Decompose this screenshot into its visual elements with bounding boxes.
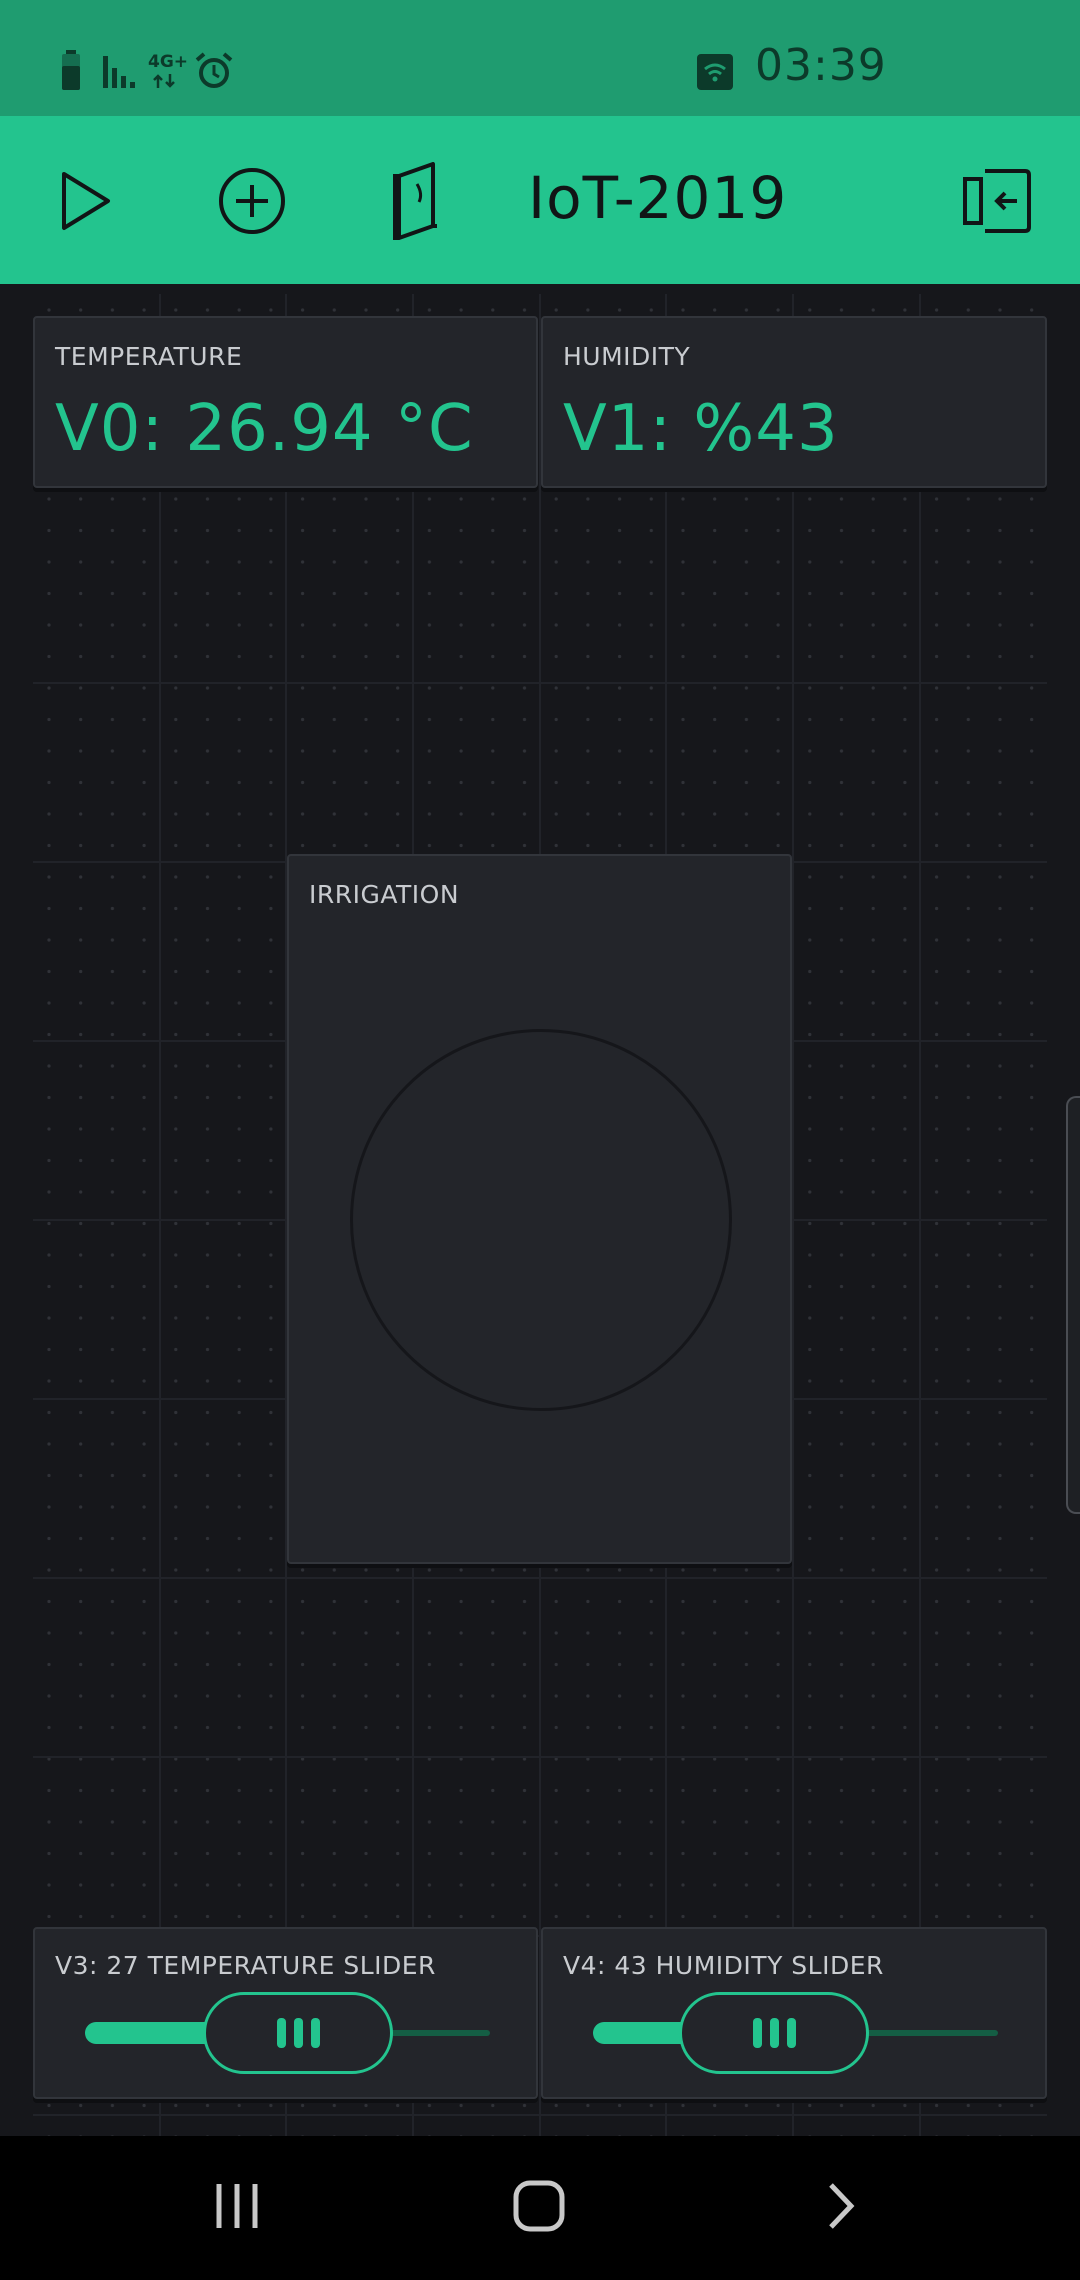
network-4g-icon: 4G+ <box>148 52 189 72</box>
logout-icon <box>963 169 1031 233</box>
temperature-slider-handle[interactable] <box>203 1992 393 2074</box>
humidity-slider-widget: V4: 43 HUMIDITY SLIDER <box>541 1927 1047 2099</box>
grip-icon <box>786 2018 796 2048</box>
temperature-label: TEMPERATURE <box>55 342 243 371</box>
home-button[interactable] <box>494 2166 584 2246</box>
status-bar: 4G+ 03:39 <box>0 0 1080 116</box>
back-button[interactable] <box>796 2166 886 2246</box>
device-icon <box>393 162 437 240</box>
temperature-display[interactable]: TEMPERATURE V0: 26.94 °C <box>33 316 538 488</box>
humidity-slider-handle[interactable] <box>679 1992 869 2074</box>
system-nav-bar <box>0 2136 1080 2280</box>
play-icon <box>62 172 110 230</box>
edge-panel-handle[interactable] <box>1066 1096 1080 1514</box>
add-widget-icon <box>219 168 285 234</box>
temperature-slider-widget: V3: 27 TEMPERATURE SLIDER <box>33 1927 538 2099</box>
grip-icon <box>769 2018 779 2048</box>
grip-icon <box>276 2018 286 2048</box>
humidity-label: HUMIDITY <box>563 342 691 371</box>
temperature-slider-label: V3: 27 TEMPERATURE SLIDER <box>55 1951 436 1980</box>
humidity-display[interactable]: HUMIDITY V1: %43 <box>541 316 1047 488</box>
logout-button[interactable] <box>952 156 1042 246</box>
humidity-slider-label: V4: 43 HUMIDITY SLIDER <box>563 1951 884 1980</box>
wifi-icon <box>697 54 733 90</box>
recent-apps-button[interactable] <box>192 2166 282 2246</box>
grip-icon <box>752 2018 762 2048</box>
irrigation-label: IRRIGATION <box>309 880 460 909</box>
grip-icon <box>310 2018 320 2048</box>
temperature-value: V0: 26.94 °C <box>55 392 474 466</box>
app-toolbar: IoT-2019 <box>0 116 1080 284</box>
home-icon <box>513 2180 565 2232</box>
play-button[interactable] <box>38 156 128 246</box>
humidity-value: V1: %43 <box>563 392 839 466</box>
irrigation-button[interactable] <box>350 1029 732 1411</box>
alarm-icon <box>195 52 233 88</box>
device-button[interactable] <box>372 156 462 246</box>
add-widget-button[interactable] <box>207 156 297 246</box>
back-icon <box>829 2183 855 2229</box>
dashboard-canvas: TEMPERATURE V0: 26.94 °C HUMIDITY V1: %4… <box>0 284 1080 2204</box>
recent-apps-icon <box>216 2184 258 2228</box>
status-time: 03:39 <box>755 40 887 91</box>
project-title: IoT-2019 <box>528 164 788 232</box>
grip-icon <box>293 2018 303 2048</box>
battery-icon <box>62 50 80 90</box>
data-arrows-icon <box>153 74 175 88</box>
signal-icon <box>103 56 135 88</box>
irrigation-widget: IRRIGATION <box>287 854 792 1564</box>
